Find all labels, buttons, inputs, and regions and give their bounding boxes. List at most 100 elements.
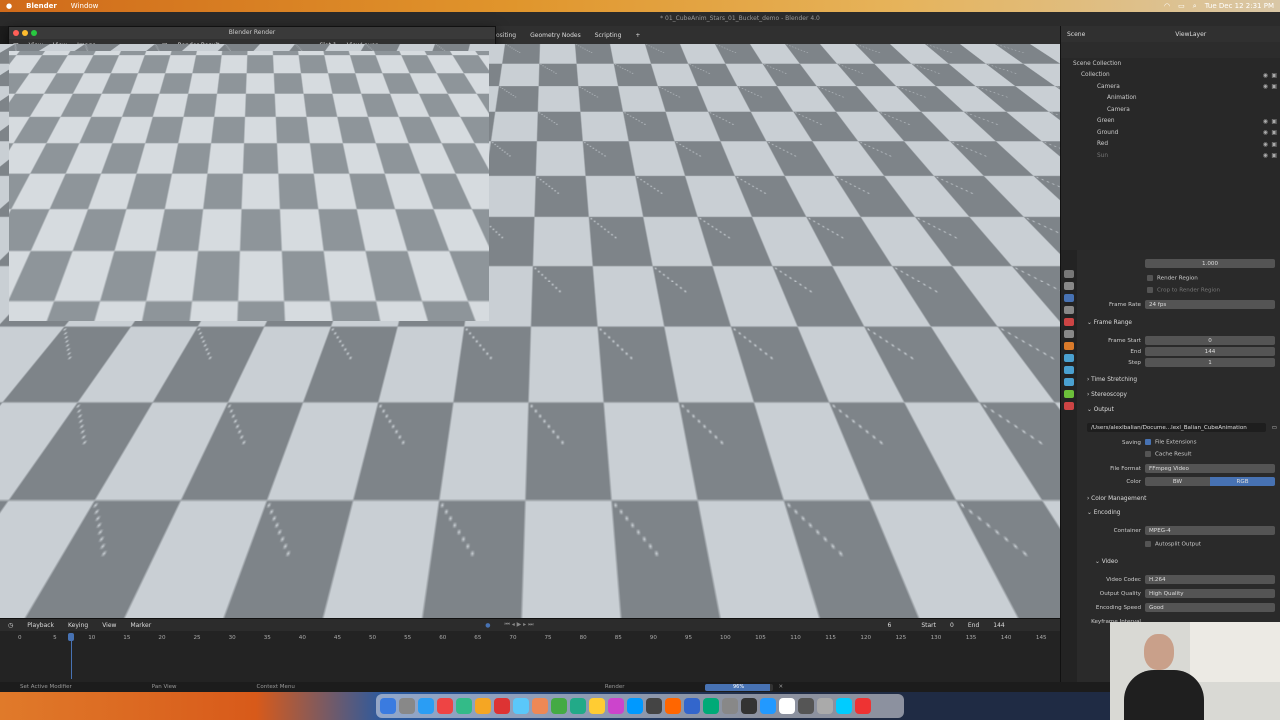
camera-view-icon[interactable]: ◉ xyxy=(1040,160,1048,170)
eye-icon[interactable]: ◉ xyxy=(1263,129,1268,136)
cancel-render-icon[interactable]: ✕ xyxy=(779,684,784,690)
frame-rate-dropdown[interactable]: 24 fps xyxy=(1145,300,1275,309)
world-tab-icon[interactable] xyxy=(1064,330,1074,338)
tool-tab-icon[interactable] xyxy=(1064,270,1074,278)
eye-icon[interactable]: ◉ xyxy=(1263,83,1268,90)
render-icon[interactable]: ▣ xyxy=(1271,129,1277,136)
clock[interactable]: Tue Dec 12 2:31 PM xyxy=(1205,2,1274,10)
dock-app-icon[interactable] xyxy=(855,698,871,714)
outliner-item[interactable]: Camera ◉ ▣ xyxy=(1061,81,1280,93)
options-button[interactable]: Options xyxy=(1020,62,1052,73)
dock-app-icon[interactable] xyxy=(684,698,700,714)
render-icon[interactable]: ▣ xyxy=(1271,118,1277,125)
zoom-icon[interactable]: ⌕ xyxy=(1040,128,1045,138)
editor-type-icon[interactable]: ◷ xyxy=(8,622,13,629)
playhead[interactable] xyxy=(68,633,74,679)
dock-app-icon[interactable] xyxy=(418,698,434,714)
frame-range-section[interactable]: ⌄ Frame Range xyxy=(1087,320,1132,326)
tab-scripting[interactable]: Scripting xyxy=(595,32,622,39)
dock-app-icon[interactable] xyxy=(551,698,567,714)
physics-tab-icon[interactable] xyxy=(1064,378,1074,386)
close-icon[interactable] xyxy=(13,30,19,36)
viewlayer-selector[interactable]: ViewLayer xyxy=(1175,31,1206,38)
material-tab-icon[interactable] xyxy=(1064,402,1074,410)
menu-view[interactable]: View xyxy=(102,622,116,629)
dock-app-icon[interactable] xyxy=(646,698,662,714)
gizmo-z-icon[interactable] xyxy=(1026,80,1032,86)
menu-playback[interactable]: Playback xyxy=(27,622,54,629)
tab-compositing[interactable]: ositing xyxy=(496,32,516,39)
dock-app-icon[interactable] xyxy=(513,698,529,714)
maximize-icon[interactable] xyxy=(31,30,37,36)
render-icon[interactable]: ▣ xyxy=(1271,152,1277,159)
dock-app-icon[interactable] xyxy=(760,698,776,714)
playback-controls[interactable]: ⏮ ◂ ▶ ▸ ⏭ xyxy=(504,621,533,629)
object-tab-icon[interactable] xyxy=(1064,342,1074,350)
current-frame-field[interactable]: 6 xyxy=(888,622,892,629)
tab-geometry-nodes[interactable]: Geometry Nodes xyxy=(530,32,581,39)
end-field[interactable]: 144 xyxy=(1145,347,1275,356)
dock-app-icon[interactable] xyxy=(399,698,415,714)
render-result-field[interactable]: Render Result xyxy=(178,42,220,49)
encoding-section[interactable]: ⌄ Encoding xyxy=(1087,510,1120,516)
outliner-item[interactable]: Camera xyxy=(1061,104,1280,116)
output-quality-dropdown[interactable]: High Quality xyxy=(1145,589,1275,598)
output-tab-icon[interactable] xyxy=(1064,294,1074,302)
dock-app-icon[interactable] xyxy=(836,698,852,714)
slot-dropdown[interactable]: Slot 1 xyxy=(319,42,336,49)
time-stretching-section[interactable]: › Time Stretching xyxy=(1087,377,1137,383)
green-cube[interactable] xyxy=(462,334,544,410)
dock-app-icon[interactable] xyxy=(475,698,491,714)
menu-view-2[interactable]: View xyxy=(53,42,67,49)
timeline-ruler[interactable]: 0 5 10 15 20 25 30 35 40 45 50 55 60 65 70 75 80 85 90 95 10… xyxy=(0,633,1060,643)
dock-app-icon[interactable] xyxy=(722,698,738,714)
render-window[interactable]: Blender Render ▦ View View Image ▣ Rende… xyxy=(8,26,496,326)
view-layer-tab-icon[interactable] xyxy=(1064,306,1074,314)
dock-app-icon[interactable] xyxy=(703,698,719,714)
dock-app-icon[interactable] xyxy=(817,698,833,714)
battery-icon[interactable]: ▭ xyxy=(1178,2,1185,10)
file-extensions-checkbox[interactable]: File Extensions xyxy=(1145,439,1197,446)
step-field[interactable]: 1 xyxy=(1145,358,1275,367)
bw-toggle[interactable]: BW xyxy=(1145,477,1210,486)
particles-tab-icon[interactable] xyxy=(1064,366,1074,374)
start-field[interactable]: 0 xyxy=(950,622,954,629)
dock-app-icon[interactable] xyxy=(665,698,681,714)
outliner-item[interactable]: Green ◉ ▣ xyxy=(1061,116,1280,128)
color-management-section[interactable]: › Color Management xyxy=(1087,496,1146,502)
dock-app-icon[interactable] xyxy=(798,698,814,714)
pan-hand-icon[interactable]: ✋ xyxy=(1040,144,1051,154)
dock-app-icon[interactable] xyxy=(608,698,624,714)
frame-start-field[interactable]: 0 xyxy=(1145,336,1275,345)
scene-selector[interactable]: Scene xyxy=(1067,31,1085,38)
dock-app-icon[interactable] xyxy=(380,698,396,714)
scene-tab-icon[interactable] xyxy=(1064,318,1074,326)
editor-type-icon[interactable]: ▦ xyxy=(13,42,19,49)
record-icon[interactable]: ● xyxy=(485,622,490,629)
minimize-icon[interactable] xyxy=(22,30,28,36)
dock-app-icon[interactable] xyxy=(741,698,757,714)
outliner-item[interactable]: Collection ◉ ▣ xyxy=(1061,70,1280,82)
output-section[interactable]: ⌄ Output xyxy=(1087,407,1114,413)
dock-app-icon[interactable] xyxy=(627,698,643,714)
video-section[interactable]: ⌄ Video xyxy=(1095,559,1118,565)
eye-icon[interactable]: ◉ xyxy=(1263,118,1268,125)
outliner-item[interactable]: Scene Collection xyxy=(1061,58,1280,70)
dock-app-icon[interactable] xyxy=(779,698,795,714)
menu-keying[interactable]: Keying xyxy=(68,622,88,629)
wifi-icon[interactable]: ◠ xyxy=(1164,2,1170,10)
modifier-tab-icon[interactable] xyxy=(1064,354,1074,362)
value-field[interactable]: 1.000 xyxy=(1145,259,1275,268)
outliner-item[interactable]: Animation xyxy=(1061,93,1280,105)
menu-window[interactable]: Window xyxy=(71,2,99,10)
dock-app-icon[interactable] xyxy=(570,698,586,714)
search-icon[interactable]: ⌕ xyxy=(1193,2,1197,11)
eye-icon[interactable]: ◉ xyxy=(1263,72,1268,79)
image-browse-icon[interactable]: ▣ xyxy=(162,42,168,49)
file-format-dropdown[interactable]: FFmpeg Video xyxy=(1145,464,1275,473)
crop-checkbox[interactable]: Crop to Render Region xyxy=(1145,287,1220,294)
render-icon[interactable]: ▣ xyxy=(1271,72,1277,79)
outliner-item[interactable]: Sun ◉ ▣ xyxy=(1061,150,1280,162)
dock-app-icon[interactable] xyxy=(456,698,472,714)
dock-app-icon[interactable] xyxy=(494,698,510,714)
